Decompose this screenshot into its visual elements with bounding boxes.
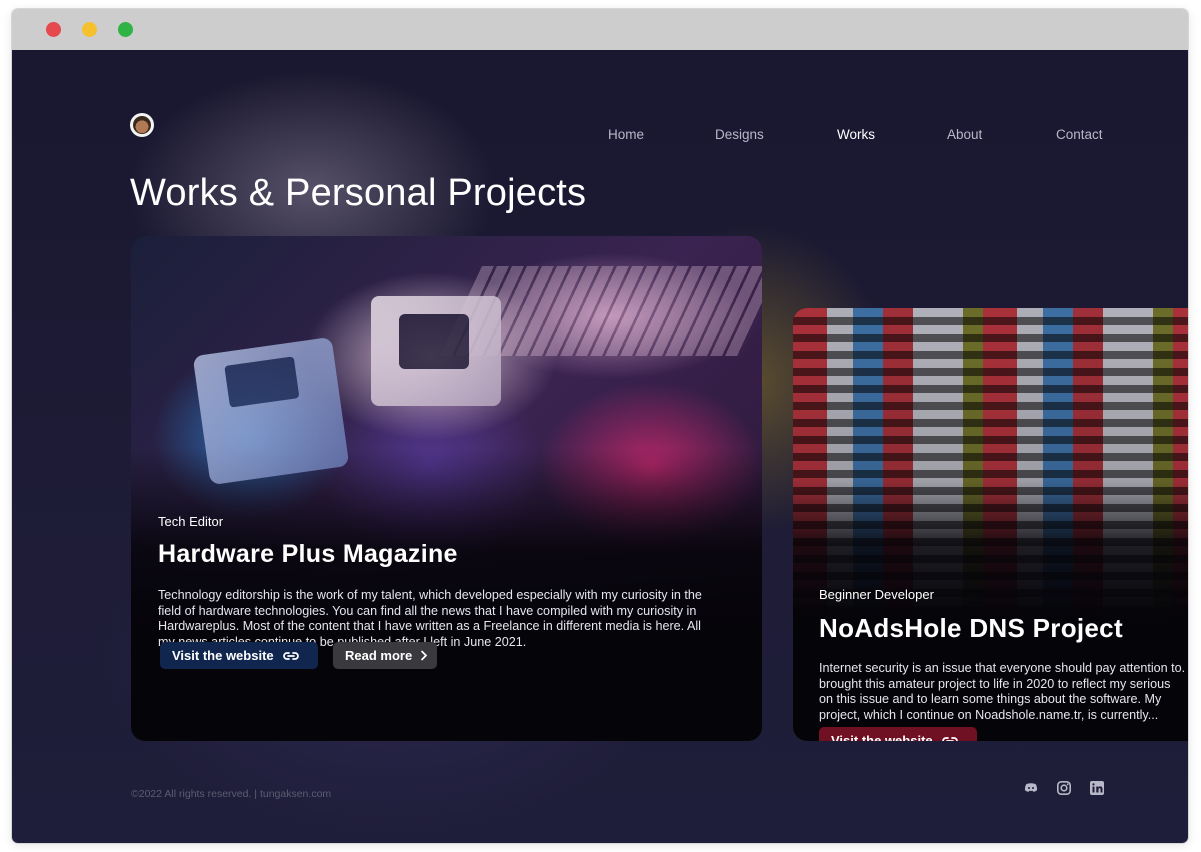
nav-works[interactable]: Works xyxy=(837,127,875,142)
project-role: Tech Editor xyxy=(158,514,224,529)
visit-website-label: Visit the website xyxy=(831,733,933,741)
maximize-window-button[interactable] xyxy=(118,22,133,37)
visit-website-label: Visit the website xyxy=(172,648,274,663)
gameboy-shape xyxy=(192,336,350,486)
page-viewport: Home Designs Works About Contact Works &… xyxy=(12,50,1188,843)
project-description: Internet security is an issue that every… xyxy=(819,661,1188,723)
description-line: project, which I continue on Noadshole.n… xyxy=(819,707,1159,722)
project-title: Hardware Plus Magazine xyxy=(158,540,458,568)
window-titlebar xyxy=(12,9,1188,50)
footer-copyright: ©2022 All rights reserved. | tungaksen.c… xyxy=(131,788,332,800)
project-card-hardware-plus: Tech Editor Hardware Plus Magazine Techn… xyxy=(131,236,762,741)
instagram-icon[interactable] xyxy=(1056,780,1072,796)
project-title: NoAdsHole DNS Project xyxy=(819,613,1123,643)
read-more-label: Read more xyxy=(345,648,413,663)
visit-website-button[interactable]: Visit the website xyxy=(819,727,977,741)
description-line: brought this amateur project to life in … xyxy=(819,676,1171,691)
link-icon xyxy=(941,735,959,741)
read-more-button[interactable]: Read more xyxy=(333,642,437,669)
description-line: Internet security is an issue that every… xyxy=(819,661,1186,675)
project-description: Technology editorship is the work of my … xyxy=(158,588,702,649)
visit-website-button[interactable]: Visit the website xyxy=(160,642,318,669)
description-line: on this issue and to learn some things a… xyxy=(819,692,1162,706)
nav-home[interactable]: Home xyxy=(608,127,644,142)
discord-icon[interactable] xyxy=(1023,780,1039,796)
browser-window: Home Designs Works About Contact Works &… xyxy=(12,9,1188,843)
page-title: Works & Personal Projects xyxy=(130,172,587,214)
main-nav: Home Designs Works About Contact xyxy=(12,127,1188,145)
nav-designs[interactable]: Designs xyxy=(715,127,764,142)
nav-about[interactable]: About xyxy=(947,127,982,142)
monitor-shape xyxy=(371,296,501,406)
chevron-right-icon xyxy=(420,650,428,661)
linkedin-icon[interactable] xyxy=(1089,780,1105,796)
project-role: Beginner Developer xyxy=(819,587,934,602)
minimize-window-button[interactable] xyxy=(82,22,97,37)
close-window-button[interactable] xyxy=(46,22,61,37)
link-icon xyxy=(282,650,300,662)
nav-contact[interactable]: Contact xyxy=(1056,127,1103,142)
project-card-noadshole: Beginner Developer NoAdsHole DNS Project… xyxy=(793,308,1188,741)
